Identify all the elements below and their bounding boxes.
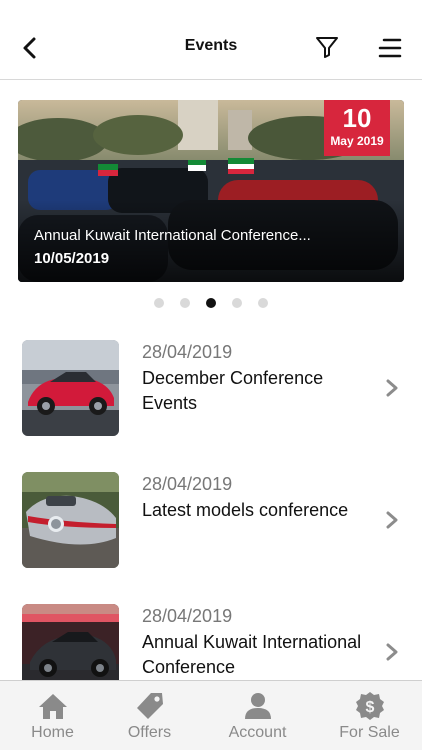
banner-title: Annual Kuwait International Conference..… [34,227,311,244]
menu-button[interactable] [376,36,402,60]
event-list-item[interactable]: 28/04/2019 December Conference Events [0,340,422,440]
tab-label: For Sale [339,724,400,741]
carousel-indicator [0,298,422,308]
date-badge: 10 May 2019 [324,100,390,156]
filter-icon [316,37,338,58]
app-header: Events [0,0,422,80]
featured-event-banner[interactable]: 10 May 2019 Annual Kuwait International … [18,100,404,282]
menu-icon [378,38,402,58]
user-icon [244,693,271,719]
chevron-right-icon [386,511,398,529]
carousel-dot[interactable] [258,298,268,308]
home-icon [38,694,67,719]
event-date: 28/04/2019 [142,342,233,362]
event-date: 28/04/2019 [142,606,233,626]
tab-home[interactable]: Home [0,681,105,750]
event-date: 28/04/2019 [142,474,233,494]
dollar-icon: $ [355,692,384,720]
event-title: Annual Kuwait International Conference [142,632,362,677]
tab-account[interactable]: Account [205,681,310,750]
event-list-item[interactable]: 28/04/2019 Latest models conference [0,472,422,572]
tab-label: Account [228,724,287,741]
carousel-dot[interactable] [232,298,242,308]
chevron-right-icon [386,379,398,397]
banner-date: 10/05/2019 [34,250,110,267]
badge-day: 10 [342,103,372,133]
page-title: Events [184,37,238,54]
bottom-tab-bar: Home Offers Account $ For Sale [0,680,422,750]
badge-month-year: May 2019 [330,134,384,148]
event-title: December Conference Events [142,368,324,413]
carousel-dot[interactable] [154,298,164,308]
event-thumbnail [22,340,119,436]
tab-for-sale[interactable]: $ For Sale [317,681,422,750]
tab-label: Home [31,724,74,741]
chevron-right-icon [386,643,398,661]
tab-label: Offers [127,724,172,741]
banner-caption: Annual Kuwait International Conference..… [34,226,388,270]
event-title: Latest models conference [142,500,349,520]
svg-text:$: $ [365,699,374,716]
carousel-dot-active[interactable] [206,298,216,308]
filter-button[interactable] [314,34,340,60]
carousel-dot[interactable] [180,298,190,308]
tag-icon [136,693,163,719]
tab-offers[interactable]: Offers [97,681,202,750]
event-thumbnail [22,472,119,568]
